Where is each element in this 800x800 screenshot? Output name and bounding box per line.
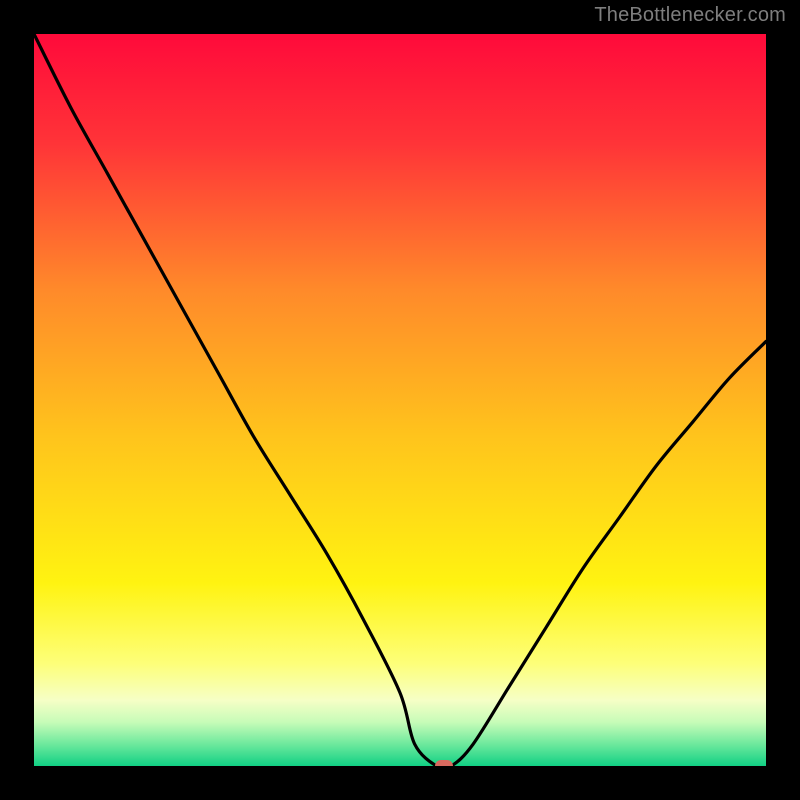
bottleneck-curve (34, 34, 766, 766)
optimal-marker (435, 760, 453, 766)
chart-container: TheBottlenecker.com (0, 0, 800, 800)
plot-area (34, 34, 766, 766)
attribution-text: TheBottlenecker.com (594, 4, 786, 27)
